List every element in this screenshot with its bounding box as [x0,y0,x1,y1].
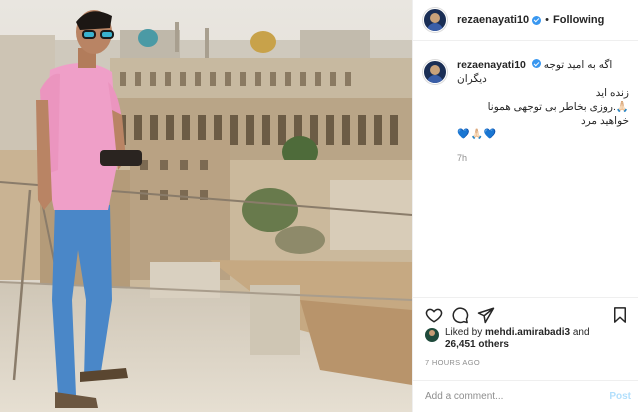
caption-line-3: 🙏🏻.روزی بخاطر بی توجهی همونا خواهید مرد [487,101,629,127]
caption-first-line: rezaenayati10 اگه به امید توجه دیگران [457,58,629,86]
caption-verified-icon [531,59,541,68]
share-icon[interactable] [477,306,495,324]
caption-avatar[interactable] [423,60,447,84]
following-button[interactable]: Following [553,14,604,26]
username-link[interactable]: rezaenayati10 [457,14,529,26]
caption-time[interactable]: 7h [457,151,629,165]
comment-input[interactable] [425,391,610,402]
likes-summary: Liked by mehdi.amirabadi3 and 26,451 oth… [425,327,590,351]
post-photo[interactable] [0,0,412,412]
comment-bar: Post [413,380,638,412]
bookmark-icon[interactable] [611,306,629,324]
instagram-post: rezaenayati10 • Following rezaenayati10 … [0,0,638,412]
liked-by-prefix: Liked by [445,327,483,338]
caption-body: rezaenayati10 اگه به امید توجه دیگران زن… [457,58,629,165]
post-header: rezaenayati10 • Following [413,0,638,41]
likes-count[interactable]: 26,451 others [445,339,509,350]
liker-avatar[interactable] [425,328,439,342]
separator-dot: • [545,14,550,26]
caption-line-2: زنده اید [595,87,629,99]
avatar[interactable] [423,8,447,32]
comment-icon[interactable] [451,306,469,324]
caption: rezaenayati10 اگه به امید توجه دیگران زن… [423,58,629,165]
caption-emojis: 💙🙏🏻💙 [457,129,498,140]
post-comment-button[interactable]: Post [609,391,631,402]
likes-joiner: and [572,327,590,338]
photo-illustration [0,0,412,412]
heart-icon[interactable] [425,306,443,324]
likes-text: Liked by mehdi.amirabadi3 and 26,451 oth… [445,327,590,351]
liker-username[interactable]: mehdi.amirabadi3 [485,327,570,338]
post-side-panel: rezaenayati10 • Following rezaenayati10 … [412,0,638,412]
action-bar [413,297,638,331]
caption-username[interactable]: rezaenayati10 [457,59,526,71]
post-timestamp[interactable]: 7 HOURS AGO [425,358,480,367]
verified-badge-icon [532,15,542,25]
